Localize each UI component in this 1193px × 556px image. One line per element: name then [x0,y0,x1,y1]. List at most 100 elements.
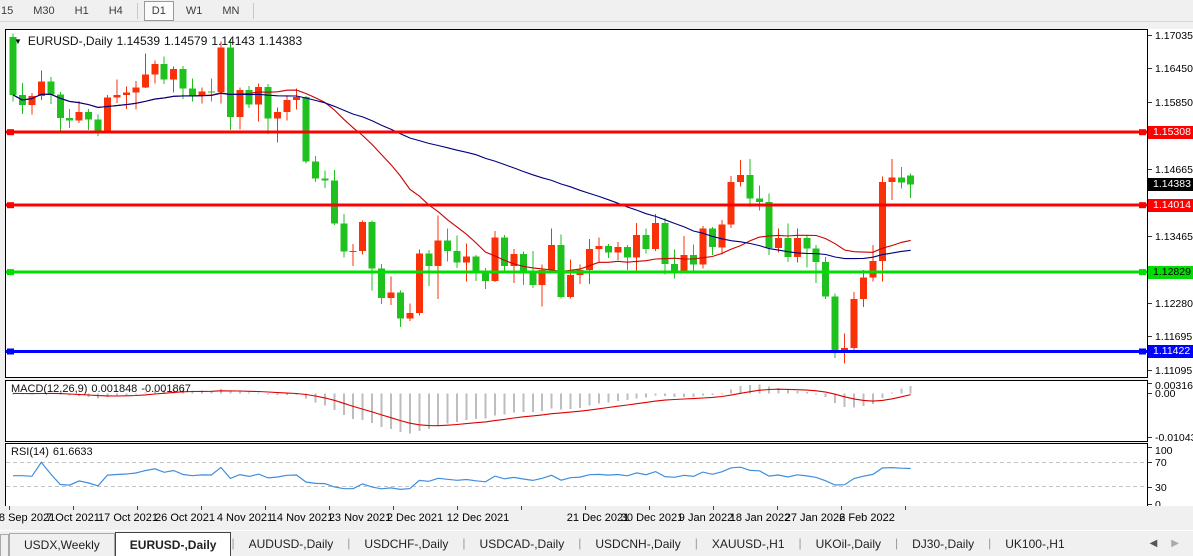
toolbar-separator [253,3,254,19]
timeframe-button-m30[interactable]: M30 [25,1,62,21]
macd-value: 0.001848 [91,383,137,395]
price-axis-label: 1.11095 [1155,365,1192,377]
tab-scroll-right-icon[interactable]: ▶ [1171,538,1179,549]
date-axis-tick [201,506,202,510]
rsi-axis-tick [1148,447,1152,448]
macd-axis-tick [1148,383,1152,384]
macd-axis-label: 0.00 [1155,388,1175,400]
trading-terminal-window: 15M30H1H4 D1W1MN ▼ EURUSD-,Daily 1.14539 1.1… [0,0,1193,556]
chart-tab-ukoil-daily[interactable]: UKOil-,Daily [802,533,895,556]
date-axis-label: 23 Nov 2021 [329,512,391,524]
price-level-badge: 1.14014 [1148,199,1193,212]
date-axis-tick [777,506,778,510]
rsi-svg[interactable] [6,444,1147,506]
chart-tab-eurusd-daily[interactable]: EURUSD-,Daily [115,532,232,556]
timeframe-button-h4[interactable]: H4 [101,1,131,21]
macd-axis-label: -0.01043 [1155,432,1193,444]
timeframe-toolbar: 15M30H1H4 D1W1MN [0,0,1193,22]
date-axis-label: 6 Feb 2022 [839,512,895,524]
date-axis-tick [713,506,714,510]
price-level-badge: 1.11422 [1148,345,1193,358]
price-axis-tick [1148,68,1152,69]
rsi-indicator-pane[interactable]: RSI(14) 61.6633 [5,443,1148,507]
ohlc-high: 1.14579 [164,34,207,48]
date-axis-tick [905,506,906,510]
chart-tab-usdcad-daily[interactable]: USDCAD-,Daily [466,533,579,556]
timeframe-button-w1[interactable]: W1 [178,1,211,21]
price-level-badge: 1.15308 [1148,126,1193,139]
chart-tab-xauusd-h1[interactable]: XAUUSD-,H1 [698,533,799,556]
macd-signal-value: -0.001867 [141,383,191,395]
date-axis-label: 12 Dec 2021 [447,512,509,524]
date-axis-label: 26 Oct 2021 [155,512,215,524]
macd-name: MACD(12,26,9) [11,383,87,395]
chart-tab-bar: USDX,WeeklyEURUSD-,Daily|AUDUSD-,Daily|U… [0,530,1193,556]
date-axis-label: 2 Dec 2021 [387,512,443,524]
price-axis-tick [1148,169,1152,170]
chart-dropdown-icon[interactable]: ▼ [14,37,22,46]
ohlc-open: 1.14539 [117,34,160,48]
rsi-name: RSI(14) [11,446,49,458]
price-axis-label: 1.11695 [1155,331,1192,343]
macd-indicator-pane[interactable]: MACD(12,26,9) 0.001848 -0.001867 [5,380,1148,442]
date-axis-label: 9 Jan 2022 [679,512,733,524]
price-axis-tick [1148,236,1152,237]
ohlc-low: 1.14143 [211,34,254,48]
chart-symbol-label: EURUSD-,Daily [28,34,113,48]
price-level-badge: 1.14383 [1148,178,1193,191]
chart-tab-dj30-daily[interactable]: DJ30-,Daily [898,533,988,556]
date-axis-tick [393,506,394,510]
ohlc-close: 1.14383 [259,34,302,48]
macd-axis-tick [1148,393,1152,394]
tab-stub[interactable] [0,534,9,556]
timeframe-button-15[interactable]: 15 [0,1,21,21]
price-axis-label: 1.15850 [1155,97,1193,109]
chart-tab-usdx-weekly[interactable]: USDX,Weekly [9,533,115,556]
timeframe-button-mn[interactable]: MN [214,1,247,21]
date-axis-label: 18 Jan 2022 [730,512,791,524]
price-axis-label: 1.13465 [1155,231,1193,243]
rsi-axis-label: 0 [1155,499,1161,506]
rsi-axis-label: 30 [1155,482,1167,494]
date-axis-tick [457,506,458,510]
chart-tab-audusd-daily[interactable]: AUDUSD-,Daily [235,533,348,556]
date-axis-tick [73,506,74,510]
date-axis-label: 7 Oct 2021 [46,512,100,524]
date-axis-tick [265,506,266,510]
chart-tab-usdchf-daily[interactable]: USDCHF-,Daily [350,533,462,556]
price-axis-label: 1.17035 [1155,30,1193,42]
date-axis-label: 30 Dec 2021 [621,512,683,524]
macd-axis-tick [1148,437,1152,438]
chart-title: ▼ EURUSD-,Daily 1.14539 1.14579 1.14143 1.143… [14,34,306,48]
macd-label: MACD(12,26,9) 0.001848 -0.001867 [11,383,195,395]
tab-scroll-arrows: ◀▶ [1150,531,1193,556]
date-axis[interactable]: 28 Sep 20217 Oct 202117 Oct 202126 Oct 2… [0,506,1193,530]
price-axis-label: 1.14665 [1155,164,1193,176]
date-axis-label: 4 Nov 2021 [217,512,273,524]
main-chart-svg[interactable] [6,30,1147,377]
date-axis-tick [585,506,586,510]
date-axis-tick [521,506,522,510]
date-axis-tick [841,506,842,510]
date-axis-label: 14 Nov 2021 [271,512,333,524]
rsi-axis-label: 100 [1155,445,1173,457]
price-axis-label: 1.12280 [1155,298,1193,310]
date-axis-label: 17 Oct 2021 [98,512,158,524]
rsi-label: RSI(14) 61.6633 [11,446,97,458]
price-axis[interactable]: 1.170351.164501.158501.146651.134651.122… [1148,29,1193,506]
price-chart-pane[interactable]: ▼ EURUSD-,Daily 1.14539 1.14579 1.14143 1.143… [5,29,1148,378]
price-axis-tick [1148,102,1152,103]
timeframe-button-h1[interactable]: H1 [67,1,97,21]
price-axis-tick [1148,35,1152,36]
price-axis-tick [1148,303,1152,304]
timeframe-button-d1[interactable]: D1 [144,1,174,21]
rsi-axis-tick [1148,504,1152,505]
chart-tab-uk100-h1[interactable]: UK100-,H1 [991,533,1078,556]
price-axis-tick [1148,370,1152,371]
date-axis-label: 27 Jan 2022 [785,512,846,524]
rsi-axis-label: 70 [1155,457,1167,469]
tab-scroll-left-icon[interactable]: ◀ [1150,538,1158,549]
chart-tab-usdcnh-daily[interactable]: USDCNH-,Daily [581,533,694,556]
rsi-value: 61.6633 [53,446,93,458]
date-axis-tick [137,506,138,510]
